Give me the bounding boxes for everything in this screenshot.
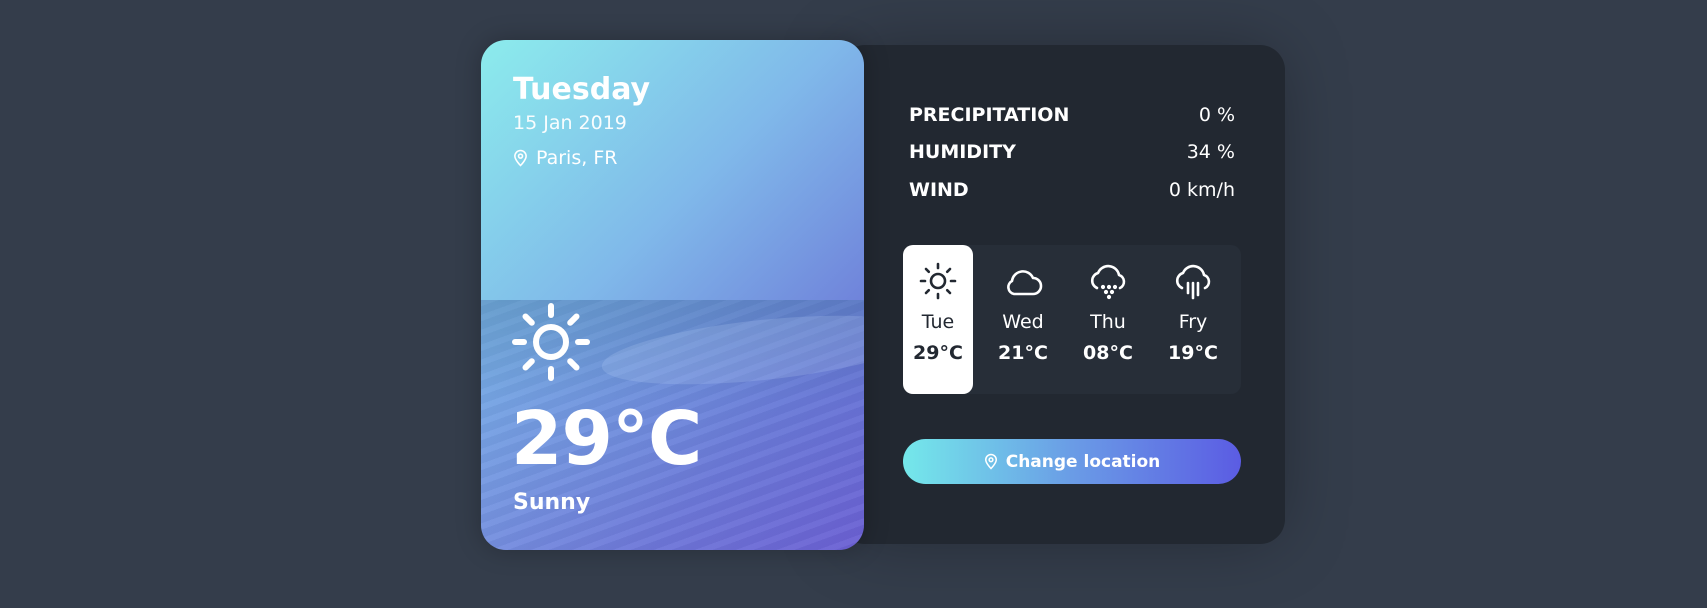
sun-icon xyxy=(511,302,591,386)
current-day: Tuesday xyxy=(513,72,651,107)
change-location-button[interactable]: Change location xyxy=(903,439,1241,484)
map-pin-icon xyxy=(514,149,527,167)
stat-label: PRECIPITATION xyxy=(909,103,1070,126)
stat-label: WIND xyxy=(909,178,969,201)
cloud-icon xyxy=(1002,261,1044,303)
change-location-label: Change location xyxy=(1005,451,1161,472)
current-weather-card: Tuesday 15 Jan 2019 Paris, FR 29°C Sunny xyxy=(481,40,864,550)
map-pin-icon xyxy=(984,453,997,470)
forecast-day-name: Thu xyxy=(1090,311,1126,333)
weather-stats: PRECIPITATION 0 % HUMIDITY 34 % WIND 0 k… xyxy=(909,96,1235,209)
forecast-day-temp: 08°C xyxy=(1083,342,1133,364)
current-temperature: 29°C xyxy=(511,396,702,482)
forecast-day-tue[interactable]: Tue 29°C xyxy=(903,245,973,394)
stat-wind: WIND 0 km/h xyxy=(909,171,1235,209)
stat-value: 34 % xyxy=(1186,141,1235,164)
forecast-day-name: Fry xyxy=(1178,311,1208,333)
week-forecast: Tue 29°C Wed 21°C Thu 08°C Fry 19°C xyxy=(903,245,1241,394)
cloud-rain-icon xyxy=(1172,261,1214,303)
forecast-day-thu[interactable]: Thu 08°C xyxy=(1073,245,1143,394)
forecast-day-name: Wed xyxy=(1002,311,1044,333)
current-date: 15 Jan 2019 xyxy=(513,112,627,134)
stat-value: 0 % xyxy=(1198,103,1235,126)
forecast-day-temp: 21°C xyxy=(998,342,1048,364)
sun-icon xyxy=(918,261,958,303)
current-location: Paris, FR xyxy=(513,147,617,169)
stat-precipitation: PRECIPITATION 0 % xyxy=(909,96,1235,134)
stat-humidity: HUMIDITY 34 % xyxy=(909,134,1235,172)
forecast-day-wed[interactable]: Wed 21°C xyxy=(988,245,1058,394)
weather-description: Sunny xyxy=(513,490,591,515)
location-label: Paris, FR xyxy=(536,147,618,169)
forecast-day-temp: 19°C xyxy=(1168,342,1218,364)
forecast-day-temp: 29°C xyxy=(913,342,963,364)
forecast-day-fry[interactable]: Fry 19°C xyxy=(1158,245,1228,394)
forecast-day-name: Tue xyxy=(921,311,955,333)
cloud-snow-icon xyxy=(1087,261,1129,303)
stat-value: 0 km/h xyxy=(1168,178,1235,201)
stat-label: HUMIDITY xyxy=(909,141,1016,164)
